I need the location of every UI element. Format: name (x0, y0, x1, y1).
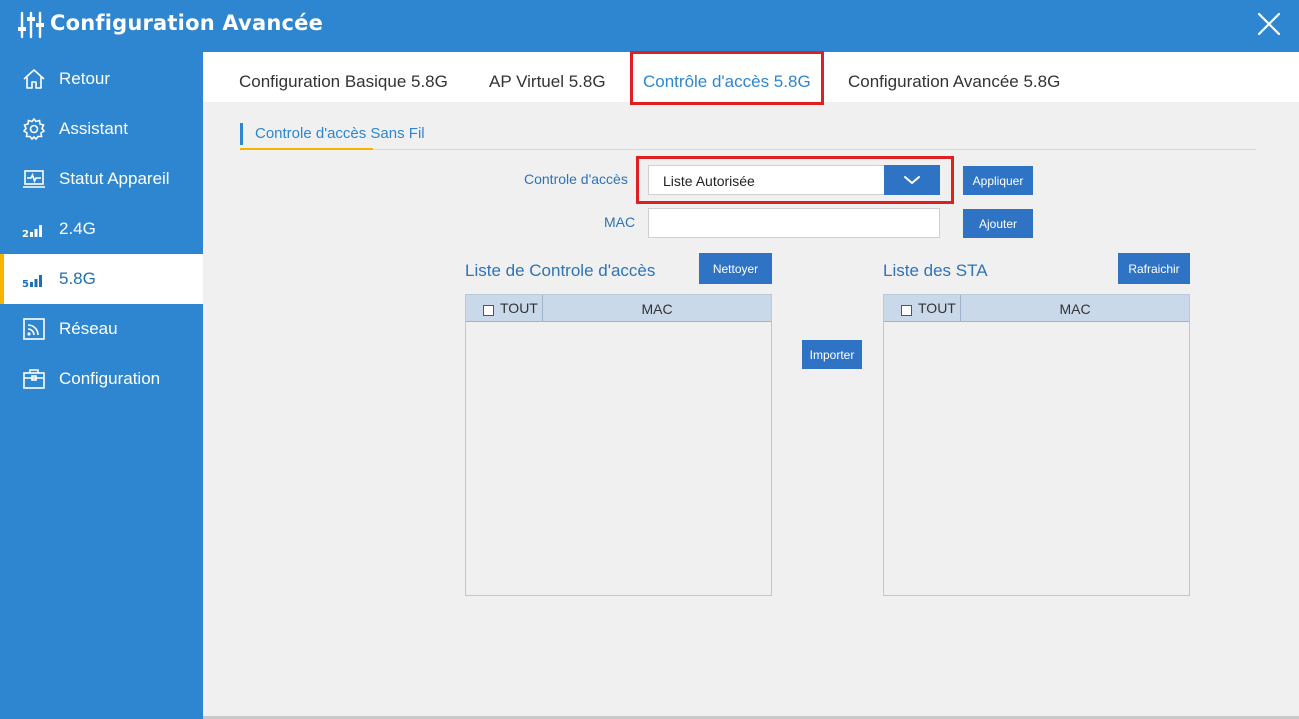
monitor-icon (23, 170, 45, 188)
sidebar-item-label: Configuration (59, 369, 161, 388)
sidebar-item-assistant[interactable]: Assistant (0, 104, 203, 154)
sidebar: Retour Assistant Statut Appareil 2 2.4G … (0, 52, 203, 719)
select-all-checkbox[interactable] (901, 305, 912, 316)
mac-input[interactable] (648, 208, 940, 238)
chevron-down-icon (904, 176, 920, 184)
sidebar-item-configuration[interactable]: Configuration (0, 354, 203, 404)
table-header: TOUT MAC (466, 295, 771, 322)
sidebar-item-label: Retour (59, 69, 111, 88)
dropdown-button[interactable] (884, 165, 940, 195)
settings-sliders-icon (18, 11, 44, 39)
title-bar: Configuration Avancée (0, 0, 1299, 52)
column-header-all: TOUT (918, 300, 956, 316)
close-icon[interactable] (1256, 11, 1282, 37)
section-accent-line (240, 148, 373, 150)
sta-list-title: Liste des STA (883, 261, 988, 280)
tab-ap-virtuel[interactable]: AP Virtuel 5.8G (489, 72, 606, 92)
svg-text:2: 2 (22, 229, 29, 240)
section-divider (240, 149, 1256, 150)
column-header-all: TOUT (500, 300, 538, 316)
apply-button[interactable]: Appliquer (963, 166, 1033, 195)
mac-label: MAC (604, 214, 636, 230)
sidebar-item-label: Assistant (59, 119, 128, 138)
sidebar-item-reseau[interactable]: Réseau (0, 304, 203, 354)
select-all-checkbox[interactable] (483, 305, 494, 316)
window-title: Configuration Avancée (50, 11, 324, 35)
svg-text:5: 5 (22, 279, 29, 290)
sidebar-item-label: 2.4G (59, 219, 96, 238)
column-header-mac: MAC (1059, 301, 1091, 317)
refresh-button[interactable]: Rafraichir (1118, 253, 1190, 284)
signal-2g-icon: 2 (22, 225, 42, 240)
acl-list-table: TOUT MAC (465, 294, 772, 596)
sidebar-item-label: Réseau (59, 319, 118, 338)
import-button[interactable]: Importer (802, 340, 862, 369)
tab-configuration-basique[interactable]: Configuration Basique 5.8G (239, 72, 448, 92)
sidebar-item-statut-appareil[interactable]: Statut Appareil (0, 154, 203, 204)
clear-button[interactable]: Nettoyer (699, 253, 772, 284)
section-title: Controle d'accès Sans Fil (240, 123, 425, 145)
sidebar-item-label: 5.8G (59, 269, 96, 288)
tab-bar: Configuration Basique 5.8G AP Virtuel 5.… (203, 52, 1299, 102)
sidebar-item-label: Statut Appareil (59, 169, 170, 188)
access-control-label: Controle d'accès (524, 171, 628, 187)
signal-5g-icon: 5 (22, 275, 42, 290)
home-icon (23, 69, 45, 89)
gear-icon (22, 117, 46, 141)
sidebar-item-5-8g[interactable]: 5 5.8G (0, 254, 203, 304)
sidebar-item-2-4g[interactable]: 2 2.4G (0, 204, 203, 254)
toolbox-icon (23, 369, 45, 389)
sta-list-table: TOUT MAC (883, 294, 1190, 596)
tab-controle-acces[interactable]: Contrôle d'accès 5.8G (643, 72, 811, 92)
acl-list-title: Liste de Controle d'accès (465, 261, 656, 280)
access-control-value: Liste Autorisée (663, 173, 755, 189)
column-header-mac: MAC (641, 301, 673, 317)
table-header: TOUT MAC (884, 295, 1189, 322)
network-icon (23, 318, 45, 340)
access-control-select[interactable]: Liste Autorisée (648, 165, 940, 195)
active-indicator (0, 254, 4, 304)
tab-configuration-avancee[interactable]: Configuration Avancée 5.8G (848, 72, 1060, 92)
add-button[interactable]: Ajouter (963, 209, 1033, 238)
sidebar-item-retour[interactable]: Retour (0, 54, 203, 104)
